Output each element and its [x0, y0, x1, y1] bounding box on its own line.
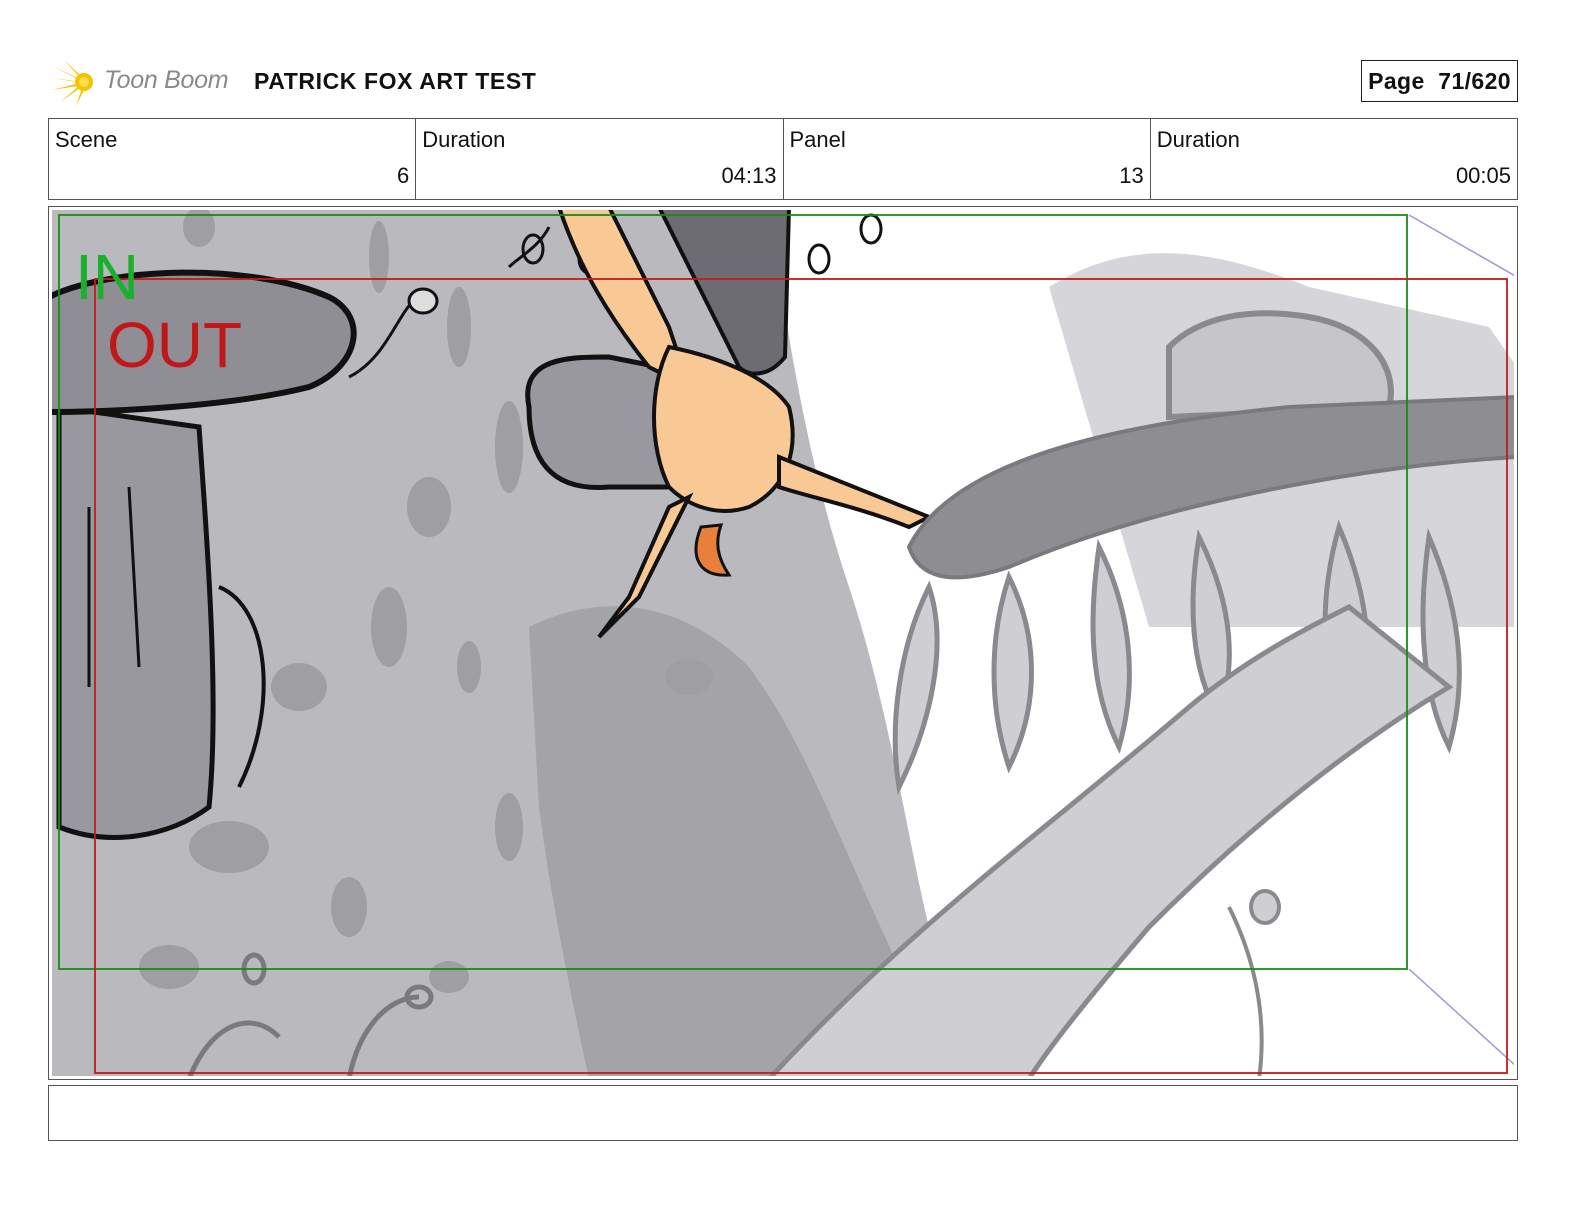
project-title: PATRICK FOX ART TEST [254, 68, 537, 94]
panel-value: 13 [1119, 163, 1144, 188]
logo-text: Toon Boom [104, 66, 229, 94]
out-label: OUT [107, 309, 242, 381]
panel-artwork: IN OUT [52, 210, 1514, 1076]
panel-cell: Panel 13 [784, 119, 1151, 199]
panel-duration-label: Duration [1156, 127, 1240, 152]
scene-label: Scene [55, 127, 118, 152]
in-label: IN [75, 241, 139, 313]
scene-value: 6 [397, 163, 410, 188]
page-indicator: Page 71/620 [1361, 60, 1518, 102]
scene-cell: Scene 6 [49, 119, 417, 199]
sun-logo-icon [50, 60, 93, 106]
storyboard-panel: IN OUT [48, 206, 1518, 1080]
panel-notes [48, 1085, 1518, 1141]
scene-info-table: Scene 6 Duration 04:13 Panel 13 Duration… [48, 118, 1518, 200]
page-label: Page [1368, 68, 1425, 94]
storyboard-header: Toon Boom PATRICK FOX ART TEST Page 71/6… [48, 52, 1520, 108]
page-number: 71/620 [1438, 68, 1511, 94]
scene-duration-label: Duration [422, 127, 506, 152]
toon-boom-logo: Toon Boom [48, 56, 244, 108]
scene-duration-cell: Duration 04:13 [416, 119, 784, 199]
panel-label: Panel [789, 127, 846, 152]
scene-duration-value: 04:13 [721, 163, 777, 188]
panel-duration-cell: Duration 00:05 [1151, 119, 1517, 199]
panel-duration-value: 00:05 [1455, 163, 1511, 188]
